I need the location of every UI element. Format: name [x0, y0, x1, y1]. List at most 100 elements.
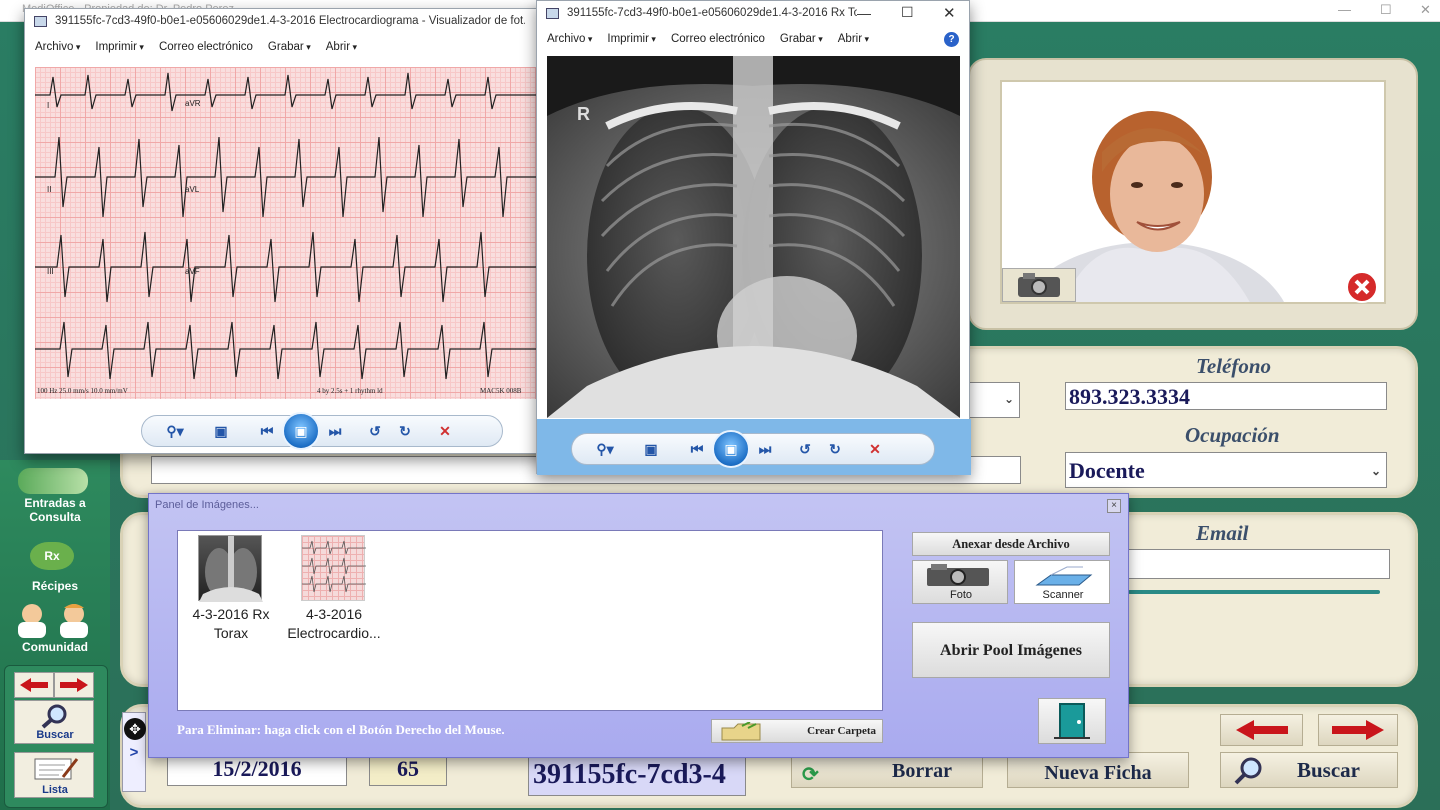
entradas-icon [18, 468, 88, 494]
help-icon[interactable]: ? [944, 31, 959, 47]
take-photo-button[interactable] [1002, 268, 1076, 302]
lead-label: II [47, 185, 52, 194]
zoom-icon[interactable]: ⚲▾ [160, 423, 190, 440]
fit-icon[interactable]: ▣ [206, 423, 236, 440]
lead-label: I [47, 101, 50, 110]
sidebar-lista-button[interactable]: Lista [14, 752, 94, 798]
divider [1128, 590, 1380, 594]
ecg-window-titlebar: 391155fc-7cd3-49f0-b0e1-e05606029de1.4-3… [25, 9, 569, 35]
maximize-icon[interactable]: ☐ [901, 4, 914, 21]
crear-carpeta-button[interactable]: Crear Carpeta [711, 719, 883, 743]
menu-grabar[interactable]: Grabar [268, 41, 311, 53]
arrow-left-icon [1235, 720, 1288, 740]
close-icon[interactable]: ✕ [1420, 2, 1431, 18]
anexar-desde-archivo-button[interactable]: Anexar desde Archivo [912, 532, 1110, 556]
next-record-button[interactable] [1318, 714, 1398, 746]
xray-window-title: 391155fc-7cd3-49f0-b0e1-e05606029de1.4-3… [567, 7, 857, 19]
borrar-label: Borrar [892, 760, 952, 782]
next-icon[interactable]: ⏭ [750, 441, 780, 458]
menu-archivo[interactable]: Archivo [35, 41, 80, 53]
image-item-electrocardio[interactable]: 4-3-2016 Electrocardio... [286, 533, 382, 645]
hidden-select[interactable]: ⌄ [965, 382, 1020, 418]
prev-icon[interactable]: ⏮ [252, 423, 282, 440]
buscar-label: Buscar [1297, 758, 1360, 782]
record-id-field: 391155fc-7cd3-4 [528, 752, 746, 796]
image-item-rx-torax[interactable]: 4-3-2016 Rx Torax [188, 533, 274, 645]
comunidad-link[interactable]: Comunidad [10, 640, 100, 654]
slideshow-icon[interactable]: ▣ [282, 412, 320, 450]
camera-icon [1018, 273, 1060, 297]
fit-icon[interactable]: ▣ [636, 441, 666, 458]
rotate-right-icon[interactable]: ↻ [390, 423, 420, 440]
scanner-icon [1035, 566, 1093, 586]
maximize-icon[interactable]: ☐ [1380, 2, 1392, 18]
sidebar-buscar-button[interactable]: Buscar [14, 700, 94, 744]
lead-label: aVF [185, 267, 200, 276]
remove-photo-button[interactable] [1342, 270, 1382, 304]
prev-icon[interactable]: ⏮ [682, 441, 712, 458]
exit-button[interactable] [1038, 698, 1106, 744]
list-icon [34, 758, 79, 780]
ecg-footer-mid: 4 by 2.5s + 1 rhythm ld [317, 387, 383, 395]
photo-viewer-icon [34, 16, 47, 27]
sidebar-prev-button[interactable] [14, 672, 54, 698]
sidebar-buscar-label: Buscar [36, 729, 74, 741]
ecg-viewer-toolbar: ⚲▾ ▣ ⏮ ▣ ⏭ ↺ ↻ ✕ [141, 412, 503, 450]
move-icon[interactable]: ✥ [124, 718, 146, 740]
menu-correo[interactable]: Correo electrónico [671, 33, 765, 45]
xray-window-titlebar: 391155fc-7cd3-49f0-b0e1-e05606029de1.4-3… [537, 1, 969, 27]
entradas-consulta-link[interactable]: Entradas a Consulta [10, 496, 100, 524]
menu-imprimir[interactable]: Imprimir [607, 33, 656, 45]
ocupacion-select[interactable]: Docente ⌄ [1065, 452, 1387, 488]
folder-icon [721, 722, 761, 741]
xray-menubar: Archivo Imprimir Correo electrónico Grab… [537, 27, 969, 51]
arrow-right-icon [1332, 720, 1384, 740]
menu-abrir[interactable]: Abrir [838, 33, 869, 45]
xray-image: R [547, 56, 960, 418]
menu-grabar[interactable]: Grabar [780, 33, 823, 45]
thumbnail-ecg [301, 535, 366, 601]
delete-icon[interactable]: ✕ [860, 441, 890, 458]
menu-correo[interactable]: Correo electrónico [159, 41, 253, 53]
lead-label: aVL [185, 185, 200, 194]
ecg-viewer-window: 391155fc-7cd3-49f0-b0e1-e05606029de1.4-3… [24, 8, 570, 454]
prev-record-button[interactable] [1220, 714, 1303, 746]
xray-viewer-window: 391155fc-7cd3-49f0-b0e1-e05606029de1.4-3… [536, 0, 971, 475]
scanner-button[interactable]: Scanner [1014, 560, 1110, 604]
rotate-right-icon[interactable]: ↻ [820, 441, 850, 458]
telefono-field[interactable]: 893.323.3334 [1065, 382, 1387, 410]
lead-label: III [47, 267, 54, 276]
abrir-pool-imagenes-button[interactable]: Abrir Pool Imágenes [912, 622, 1110, 678]
comunidad-icon [10, 602, 98, 638]
refresh-icon: ⟳ [802, 764, 819, 786]
chevron-down-icon: ⌄ [1370, 464, 1381, 478]
rotate-left-icon[interactable]: ↺ [360, 423, 390, 440]
menu-abrir[interactable]: Abrir [326, 41, 357, 53]
menu-imprimir[interactable]: Imprimir [95, 41, 144, 53]
zoom-icon[interactable]: ⚲▾ [590, 441, 620, 458]
photo-viewer-icon [546, 8, 559, 19]
foto-button[interactable]: Foto [912, 560, 1008, 604]
sidebar-next-button[interactable] [54, 672, 94, 698]
close-icon[interactable]: ✕ [943, 4, 956, 22]
menu-archivo[interactable]: Archivo [547, 33, 592, 45]
left-sidebar: Entradas a Consulta Rx Récipes Comunidad… [0, 460, 110, 810]
delete-icon[interactable]: ✕ [430, 423, 460, 440]
close-icon[interactable]: × [1107, 499, 1121, 513]
recipes-link[interactable]: Récipes [10, 579, 100, 593]
minimize-icon[interactable]: — [857, 5, 871, 21]
buscar-button[interactable]: Buscar [1220, 752, 1398, 788]
image-item-label: 4-3-2016 Electrocardio... [287, 606, 381, 641]
image-item-label: 4-3-2016 Rx Torax [192, 606, 270, 641]
slideshow-icon[interactable]: ▣ [712, 430, 750, 468]
email-field[interactable] [1125, 549, 1390, 579]
rotate-left-icon[interactable]: ↺ [790, 441, 820, 458]
lead-label: aVR [185, 99, 201, 108]
ecg-menubar: Archivo Imprimir Correo electrónico Grab… [25, 35, 569, 59]
next-icon[interactable]: ⏭ [320, 423, 350, 440]
thumbnail-xray [198, 535, 263, 602]
delete-hint: Para Eliminar: haga click con el Botón D… [177, 722, 505, 737]
minimize-icon[interactable]: — [1338, 2, 1351, 17]
close-icon [1346, 271, 1378, 303]
ecg-footer-right: MAC5K 008B [480, 387, 522, 395]
